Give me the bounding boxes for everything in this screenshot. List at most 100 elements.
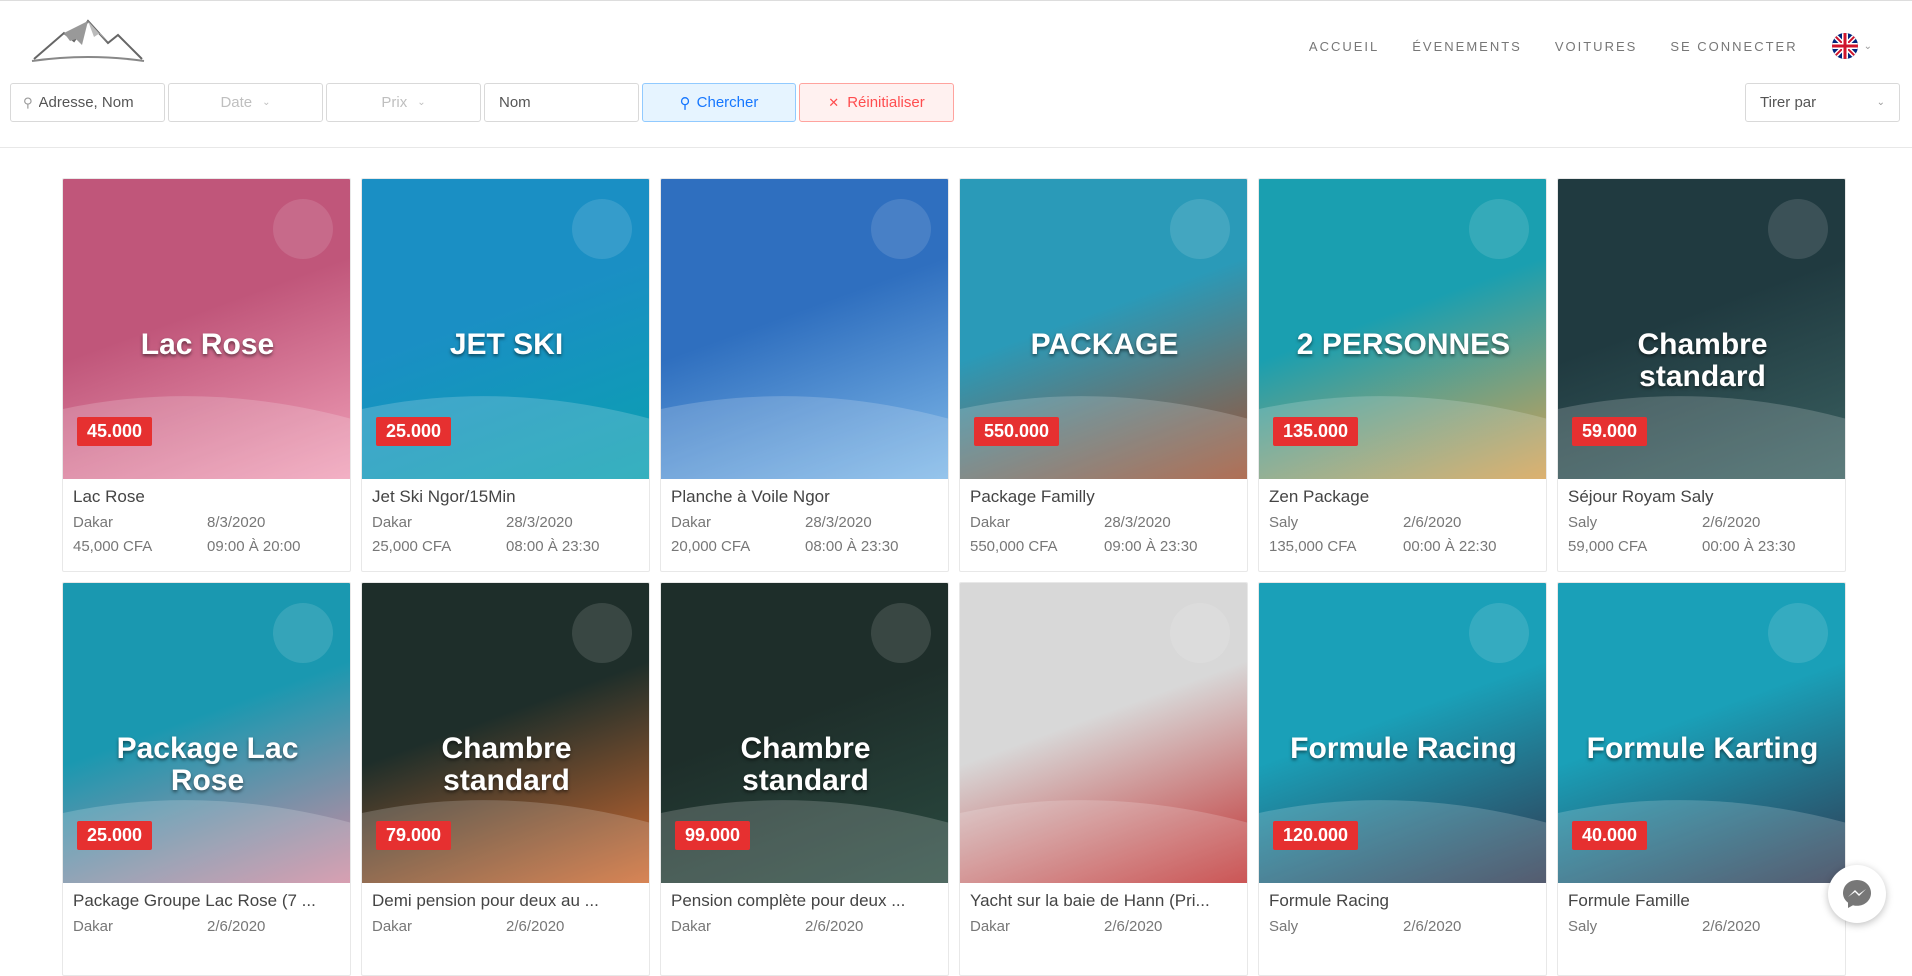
image-overlay-text: Package Lac Rose: [63, 733, 351, 797]
event-card[interactable]: JET SKI25.000 Jet Ski Ngor/15Min Dakar28/3…: [361, 178, 650, 572]
event-card[interactable]: Formule Karting40.000 Formule Famille Saly…: [1557, 582, 1846, 976]
messenger-icon: [1840, 877, 1874, 911]
event-image[interactable]: [960, 583, 1248, 883]
event-date: 2/6/2020: [207, 915, 265, 939]
event-title[interactable]: Zen Package: [1269, 487, 1536, 507]
event-title[interactable]: Lac Rose: [73, 487, 340, 507]
chevron-down-icon: ⌄: [262, 97, 270, 108]
price-badge: 120.000: [1273, 821, 1358, 850]
price-badge: 45.000: [77, 417, 152, 446]
event-title[interactable]: Pension complète pour deux ...: [671, 891, 938, 911]
event-date: 2/6/2020: [1702, 915, 1760, 939]
reset-button-label: Réinitialiser: [847, 94, 925, 111]
event-info: Yacht sur la baie de Hann (Pri... Dakar2/…: [960, 883, 1247, 939]
event-card[interactable]: Chambre standard59.000Séjour Royam SalyS…: [1557, 178, 1846, 572]
event-meta-row: Dakar28/3/2020: [372, 511, 639, 535]
search-button[interactable]: ⚲ Chercher: [642, 83, 796, 122]
event-card[interactable]: 2 PERSONNES135.000 Zen Package Saly2/6/202…: [1258, 178, 1547, 572]
main-nav: ACCUEIL ÉVENEMENTS VOITURES SE CONNECTER…: [1276, 33, 1872, 59]
event-title[interactable]: Yacht sur la baie de Hann (Pri...: [970, 891, 1237, 911]
event-image[interactable]: [661, 179, 949, 479]
price-label: Prix: [381, 94, 407, 111]
event-meta-row: Saly2/6/2020: [1269, 511, 1536, 535]
event-price: 550,000 CFA: [970, 535, 1104, 559]
event-hours: 09:00 À 23:30: [1104, 535, 1197, 559]
price-badge: 25.000: [77, 821, 152, 850]
event-card[interactable]: Lac Rose45.000Lac RoseDakar8/3/202045,00…: [62, 178, 351, 572]
event-card[interactable]: Yacht sur la baie de Hann (Pri... Dakar2/…: [959, 582, 1248, 976]
language-selector[interactable]: ⌄: [1832, 33, 1872, 59]
event-info: Demi pension pour deux au ... Dakar2/6/20…: [362, 883, 649, 939]
event-price-row: 550,000 CFA09:00 À 23:30: [970, 535, 1237, 559]
event-title[interactable]: Demi pension pour deux au ...: [372, 891, 639, 911]
event-title[interactable]: Package Groupe Lac Rose (7 ...: [73, 891, 340, 911]
event-image[interactable]: Lac Rose45.000: [63, 179, 351, 479]
event-image[interactable]: Chambre standard79.000: [362, 583, 650, 883]
nav-voitures[interactable]: VOITURES: [1555, 39, 1637, 54]
address-input-value: Adresse, Nom: [39, 94, 134, 111]
address-input[interactable]: ⚲ Adresse, Nom: [10, 83, 165, 122]
image-overlay-text: Chambre standard: [661, 733, 949, 797]
nav-accueil[interactable]: ACCUEIL: [1309, 39, 1379, 54]
event-info: Formule Racing Saly2/6/2020: [1259, 883, 1546, 939]
event-image[interactable]: 2 PERSONNES135.000: [1259, 179, 1547, 479]
event-title[interactable]: Jet Ski Ngor/15Min: [372, 487, 639, 507]
filter-bar: ⚲ Adresse, Nom Date ⌄ Prix ⌄ Nom ⚲ Cherc…: [10, 83, 957, 122]
name-input[interactable]: Nom: [484, 83, 639, 122]
event-title[interactable]: Planche à Voile Ngor: [671, 487, 938, 507]
messenger-chat-button[interactable]: [1828, 865, 1886, 923]
event-price: 59,000 CFA: [1568, 535, 1702, 559]
event-card[interactable]: Package Lac Rose 25.000 Package Groupe Lac…: [62, 582, 351, 976]
location-pin-icon: ⚲: [23, 95, 33, 111]
event-price-row: 59,000 CFA00:00 À 23:30: [1568, 535, 1835, 559]
event-price: 45,000 CFA: [73, 535, 207, 559]
event-card[interactable]: Chambre standard79.000Demi pension pour …: [361, 582, 650, 976]
price-select[interactable]: Prix ⌄: [326, 83, 481, 122]
event-title[interactable]: Séjour Royam Saly: [1568, 487, 1835, 507]
uk-flag-icon: [1832, 33, 1858, 59]
event-date: 2/6/2020: [805, 915, 863, 939]
price-badge: 550.000: [974, 417, 1059, 446]
event-info: Jet Ski Ngor/15Min Dakar28/3/202025,000 C…: [362, 479, 649, 559]
event-meta-row: Saly2/6/2020: [1568, 511, 1835, 535]
chevron-down-icon: ⌄: [1864, 41, 1872, 52]
event-title[interactable]: Formule Racing: [1269, 891, 1536, 911]
event-image[interactable]: Chambre standard59.000: [1558, 179, 1846, 479]
event-meta-row: Dakar2/6/2020: [73, 915, 340, 939]
event-card[interactable]: PACKAGE550.000Package FamillyDakar28/3/2…: [959, 178, 1248, 572]
event-image[interactable]: Chambre standard99.000: [661, 583, 949, 883]
event-image[interactable]: Package Lac Rose 25.000: [63, 583, 351, 883]
event-meta-row: Dakar2/6/2020: [970, 915, 1237, 939]
nav-se-connecter[interactable]: SE CONNECTER: [1670, 39, 1797, 54]
image-overlay-text: JET SKI: [362, 329, 650, 361]
image-decoration: [960, 583, 1248, 883]
event-image[interactable]: Formule Karting40.000: [1558, 583, 1846, 883]
event-city: Saly: [1568, 511, 1702, 535]
event-meta-row: Dakar2/6/2020: [671, 915, 938, 939]
event-card[interactable]: Planche à Voile NgorDakar28/3/202020,000…: [660, 178, 949, 572]
event-title[interactable]: Formule Famille: [1568, 891, 1835, 911]
event-image[interactable]: PACKAGE550.000: [960, 179, 1248, 479]
event-date: 2/6/2020: [506, 915, 564, 939]
event-date: 8/3/2020: [207, 511, 265, 535]
event-image[interactable]: JET SKI25.000: [362, 179, 650, 479]
event-meta-row: Saly2/6/2020: [1568, 915, 1835, 939]
event-title[interactable]: Package Familly: [970, 487, 1237, 507]
event-date: 2/6/2020: [1403, 915, 1461, 939]
event-card[interactable]: Formule Racing120.000 Formule Racing Saly2…: [1258, 582, 1547, 976]
event-info: Planche à Voile NgorDakar28/3/202020,000…: [661, 479, 948, 559]
event-meta-row: Saly2/6/2020: [1269, 915, 1536, 939]
event-city: Dakar: [372, 915, 506, 939]
event-info: Package FamillyDakar28/3/2020550,000 CFA…: [960, 479, 1247, 559]
event-hours: 08:00 À 23:30: [506, 535, 599, 559]
reset-button[interactable]: ✕ Réinitialiser: [799, 83, 954, 122]
sort-select[interactable]: Tirer par ⌄: [1745, 83, 1900, 122]
event-card[interactable]: Chambre standard99.000 Pension complète p…: [660, 582, 949, 976]
nav-evenements[interactable]: ÉVENEMENTS: [1412, 39, 1522, 54]
date-picker[interactable]: Date ⌄: [168, 83, 323, 122]
event-price: 20,000 CFA: [671, 535, 805, 559]
event-image[interactable]: Formule Racing120.000: [1259, 583, 1547, 883]
event-price: 25,000 CFA: [372, 535, 506, 559]
cometrip-logo[interactable]: [30, 17, 146, 65]
event-info: Séjour Royam Saly Saly2/6/202059,000 CFA0…: [1558, 479, 1845, 559]
